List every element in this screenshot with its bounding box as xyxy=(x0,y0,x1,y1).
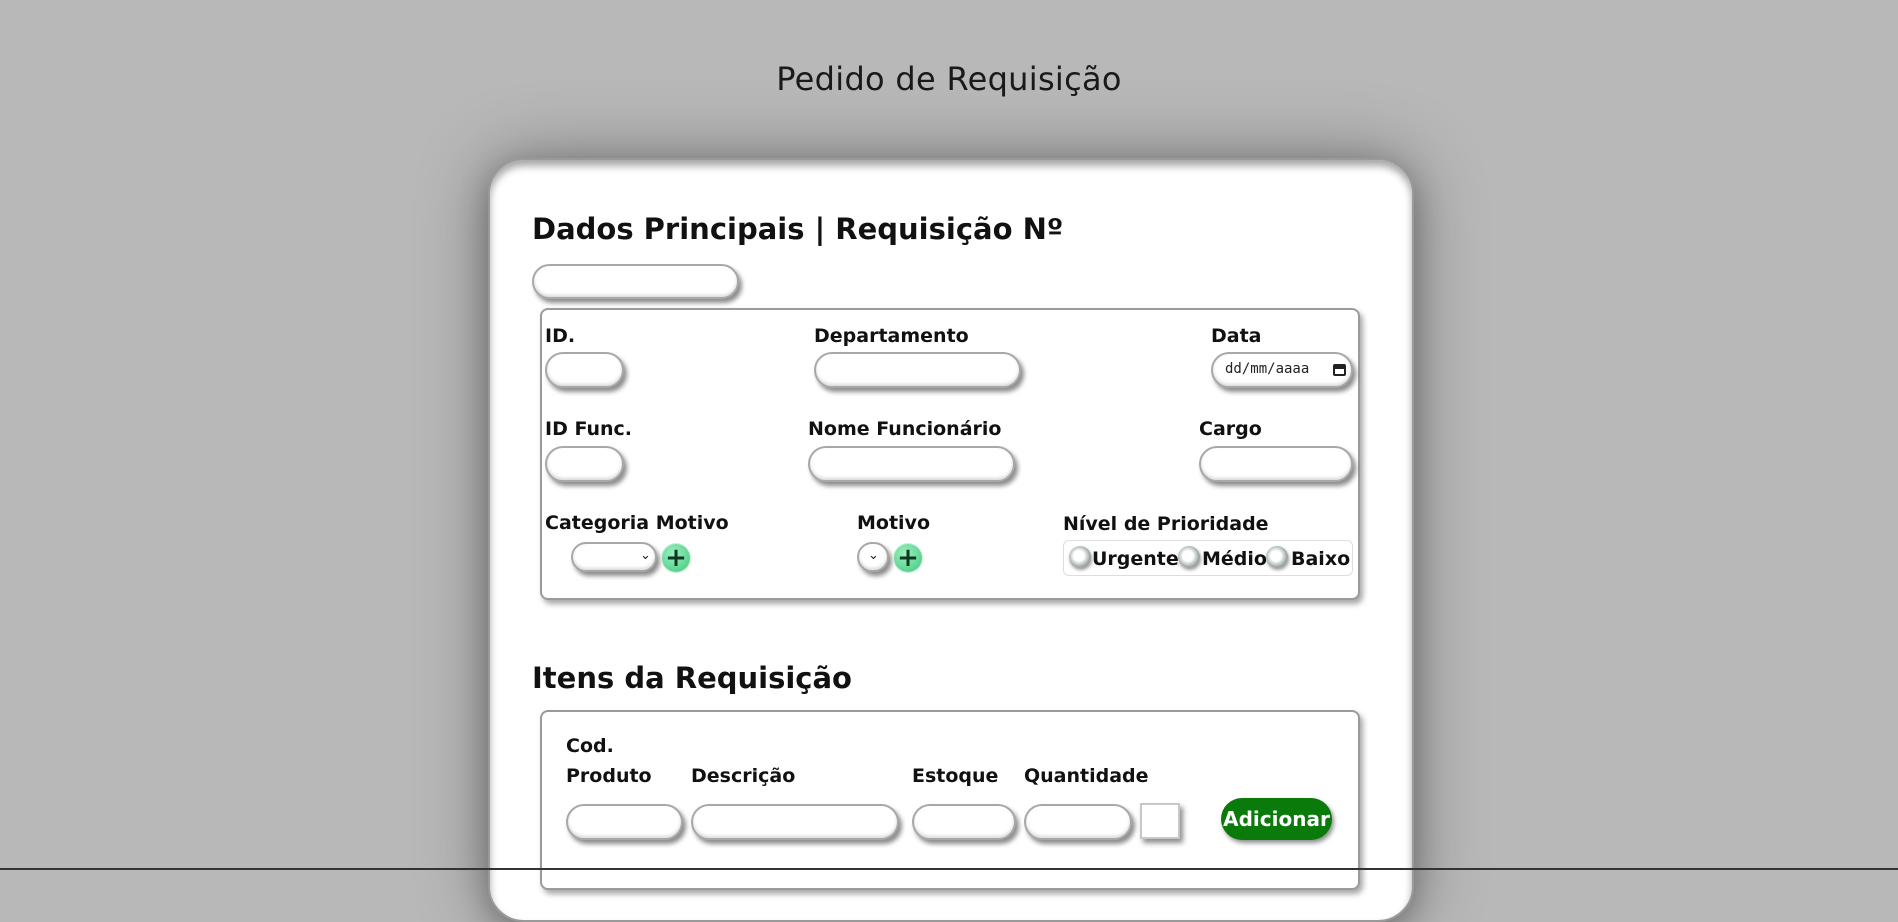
add-motivo-plus-icon[interactable]: + xyxy=(894,544,922,572)
priority-urgente-radio[interactable] xyxy=(1069,546,1091,568)
categoria-motivo-label: Categoria Motivo xyxy=(545,512,729,534)
main-section-heading: Dados Principais | Requisição Nº xyxy=(532,212,1064,246)
motivo-label: Motivo xyxy=(857,512,930,534)
estoque-label: Estoque xyxy=(912,765,999,787)
nivel-prioridade-label: Nível de Prioridade xyxy=(1063,513,1269,535)
cod-produto-input[interactable] xyxy=(566,804,683,840)
priority-medio-label: Médio xyxy=(1202,548,1267,570)
priority-baixo-radio[interactable] xyxy=(1266,546,1288,568)
cod-produto-label-line1: Cod. xyxy=(566,735,614,757)
date-placeholder: dd/mm/aaaa xyxy=(1225,361,1310,377)
cargo-label: Cargo xyxy=(1199,418,1262,440)
id-func-label: ID Func. xyxy=(545,418,633,440)
nome-funcionario-input[interactable] xyxy=(808,446,1015,482)
chevron-down-icon: ⌄ xyxy=(868,548,879,563)
departamento-label: Departamento xyxy=(814,325,969,347)
data-label: Data xyxy=(1211,325,1262,347)
cargo-input[interactable] xyxy=(1199,446,1353,482)
chevron-down-icon: ⌄ xyxy=(640,548,651,563)
items-section-heading: Itens da Requisição xyxy=(532,661,852,695)
quantidade-label: Quantidade xyxy=(1024,765,1149,787)
priority-urgente-label: Urgente xyxy=(1092,548,1179,570)
quantidade-input[interactable] xyxy=(1024,804,1132,840)
page-title: Pedido de Requisição xyxy=(776,60,1122,98)
requisicao-number-input[interactable] xyxy=(532,264,739,299)
id-input[interactable] xyxy=(545,352,624,388)
id-func-input[interactable] xyxy=(545,446,624,482)
descricao-input[interactable] xyxy=(691,804,899,840)
departamento-input[interactable] xyxy=(814,352,1021,388)
estoque-input[interactable] xyxy=(912,804,1016,840)
adicionar-button[interactable]: Adicionar xyxy=(1221,798,1332,840)
priority-baixo-label: Baixo xyxy=(1291,548,1351,570)
descricao-label: Descrição xyxy=(691,765,796,787)
id-label: ID. xyxy=(545,325,576,347)
cod-produto-label-line2: Produto xyxy=(566,765,652,787)
priority-medio-radio[interactable] xyxy=(1178,546,1200,568)
calendar-icon[interactable] xyxy=(1333,364,1346,376)
add-categoria-plus-icon[interactable]: + xyxy=(662,544,690,572)
item-checkbox[interactable] xyxy=(1140,803,1180,839)
nome-funcionario-label: Nome Funcionário xyxy=(808,418,1002,440)
